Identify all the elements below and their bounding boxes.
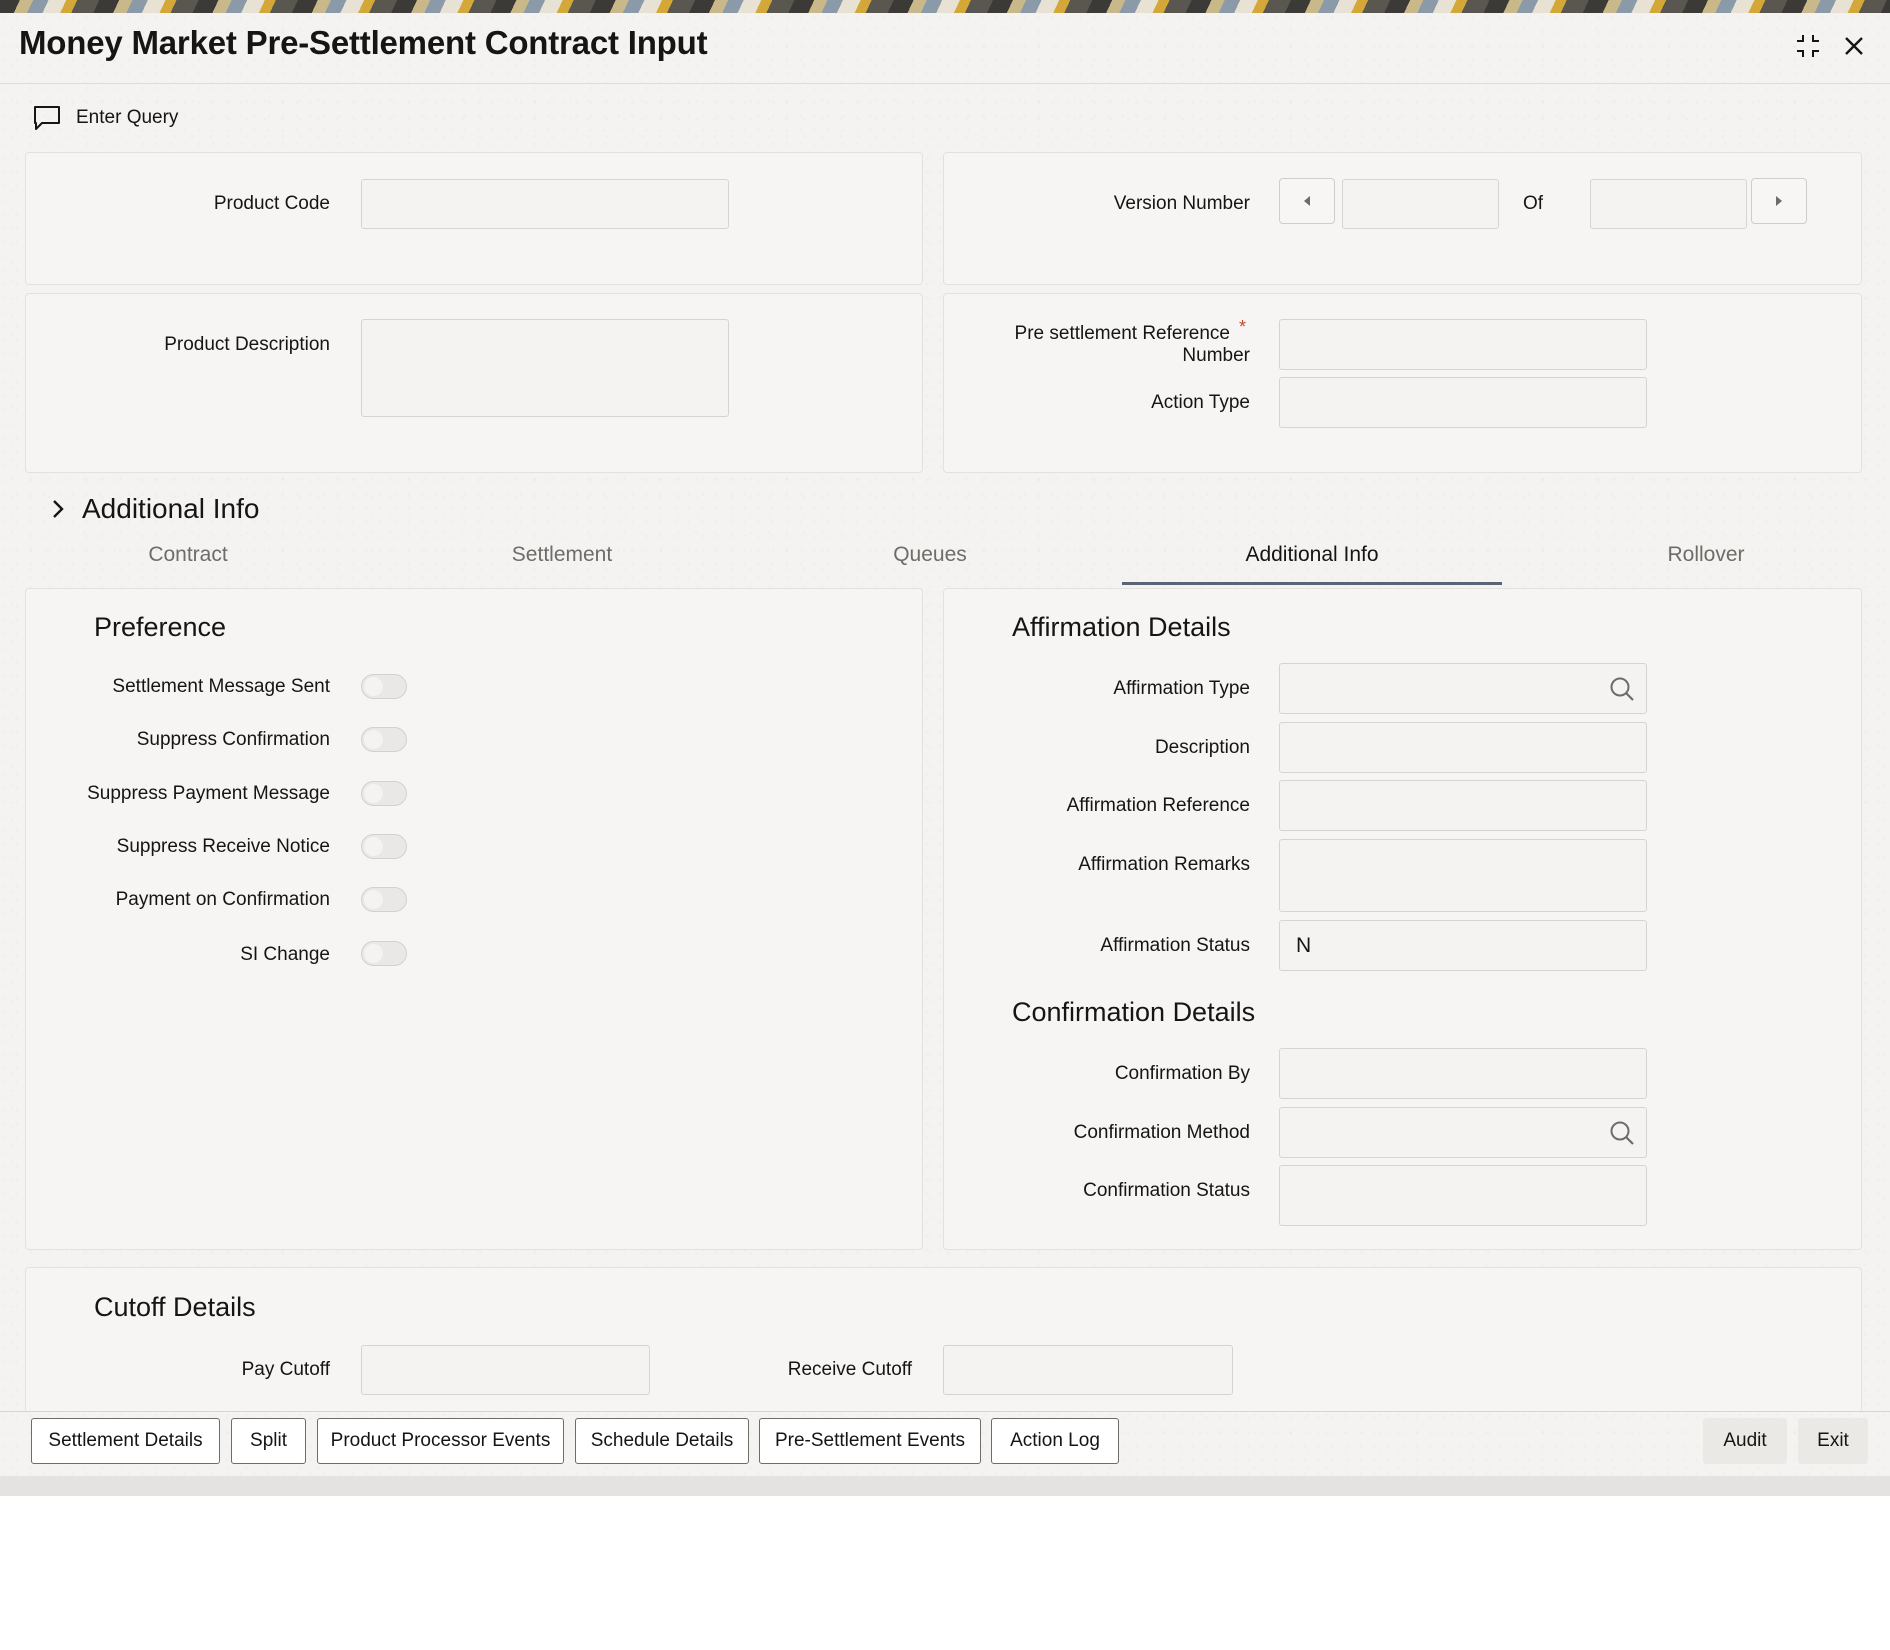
minimize-restore-button[interactable] [1792,30,1824,62]
exit-button[interactable]: Exit [1798,1418,1868,1464]
description-field[interactable] [1279,722,1647,773]
confirmation-by-label: Confirmation By [1114,1063,1250,1084]
section-title: Additional Info [82,493,260,524]
footer-divider [0,1411,1890,1412]
next-version-button[interactable] [1751,178,1807,224]
si-change-label: SI Change [240,944,330,965]
tab-settlement[interactable]: Settlement [462,543,662,567]
suppress-payment-message-toggle[interactable] [361,781,407,806]
affirmation-remarks-label: Affirmation Remarks [1078,854,1250,875]
receive-cutoff-field[interactable] [943,1345,1233,1395]
close-icon [1845,37,1863,55]
version-number-label: Version Number [1113,193,1250,214]
caret-left-icon [1304,196,1310,206]
confirmation-by-field[interactable] [1279,1048,1647,1099]
suppress-confirmation-label: Suppress Confirmation [136,729,330,750]
close-window-button[interactable] [1838,30,1870,62]
product-description-label: Product Description [164,334,330,355]
pay-cutoff-label: Pay Cutoff [241,1359,330,1380]
window-title: Money Market Pre-Settlement Contract Inp… [19,24,708,61]
presettlement-ref-label-line2: Number [1182,345,1250,366]
confirmation-method-field[interactable] [1279,1107,1647,1158]
caret-right-icon [1776,196,1782,206]
payment-on-confirmation-label: Payment on Confirmation [115,889,330,910]
presettlement-reference-field[interactable] [1279,319,1647,370]
suppress-confirmation-toggle[interactable] [361,727,407,752]
confirmation-method-label: Confirmation Method [1073,1122,1250,1143]
search-icon[interactable] [1608,1119,1636,1147]
product-code-field[interactable] [361,179,729,229]
settlement-details-button[interactable]: Settlement Details [31,1418,220,1464]
action-log-button[interactable]: Action Log [991,1418,1119,1464]
presettlement-ref-label-line1: Pre settlement Reference [1014,323,1230,344]
required-indicator: * [1239,317,1247,337]
tab-queues[interactable]: Queues [830,543,1030,567]
of-label: Of [1522,193,1544,214]
payment-on-confirmation-toggle[interactable] [361,887,407,912]
description-label: Description [1154,737,1250,758]
action-type-label: Action Type [1151,392,1250,413]
chevron-right-icon [53,500,64,518]
affirmation-reference-field[interactable] [1279,780,1647,831]
tab-additional-info[interactable]: Additional Info [1122,543,1502,567]
enter-query-label: Enter Query [76,107,179,128]
affirmation-status-field[interactable]: N [1279,920,1647,971]
version-number-field[interactable] [1342,179,1499,229]
preference-heading: Preference [94,612,227,642]
product-description-field[interactable] [361,319,729,417]
product-processor-events-button[interactable]: Product Processor Events [317,1418,564,1464]
split-button[interactable]: Split [231,1418,306,1464]
settlement-message-sent-toggle[interactable] [361,674,407,699]
si-change-toggle[interactable] [361,941,407,966]
audit-button[interactable]: Audit [1703,1418,1787,1464]
speech-bubble-icon [34,106,60,130]
schedule-details-button[interactable]: Schedule Details [575,1418,749,1464]
pre-settlement-events-button[interactable]: Pre-Settlement Events [759,1418,981,1464]
active-tab-indicator [1122,582,1502,585]
affirmation-type-field[interactable] [1279,663,1647,714]
total-versions-field[interactable] [1590,179,1747,229]
previous-version-button[interactable] [1279,178,1335,224]
affirmation-reference-label: Affirmation Reference [1066,795,1250,816]
suppress-receive-notice-label: Suppress Receive Notice [116,836,330,857]
confirmation-status-field[interactable] [1279,1165,1647,1226]
status-bar [0,1476,1890,1496]
affirmation-remarks-field[interactable] [1279,839,1647,912]
collapse-icon [1797,35,1819,57]
action-type-field[interactable] [1279,377,1647,428]
enter-query-button[interactable]: Enter Query [32,104,178,132]
confirmation-heading: Confirmation Details [1012,997,1256,1027]
product-code-label: Product Code [213,193,330,214]
cutoff-heading: Cutoff Details [94,1292,256,1322]
additional-info-section-toggle[interactable]: Additional Info [50,493,259,525]
pay-cutoff-field[interactable] [361,1345,650,1395]
affirmation-heading: Affirmation Details [1012,612,1231,642]
decorative-header-stripe [0,0,1890,13]
affirmation-type-label: Affirmation Type [1113,678,1250,699]
confirmation-status-label: Confirmation Status [1083,1180,1250,1201]
tab-contract[interactable]: Contract [88,543,288,567]
title-divider [0,83,1890,84]
search-icon[interactable] [1608,675,1636,703]
contract-input-window: Money Market Pre-Settlement Contract Inp… [0,0,1890,1496]
suppress-payment-message-label: Suppress Payment Message [87,783,330,804]
tab-rollover[interactable]: Rollover [1606,543,1806,567]
affirmation-status-label: Affirmation Status [1100,935,1250,956]
settlement-message-sent-label: Settlement Message Sent [112,676,330,697]
suppress-receive-notice-toggle[interactable] [361,834,407,859]
receive-cutoff-label: Receive Cutoff [787,1359,912,1380]
